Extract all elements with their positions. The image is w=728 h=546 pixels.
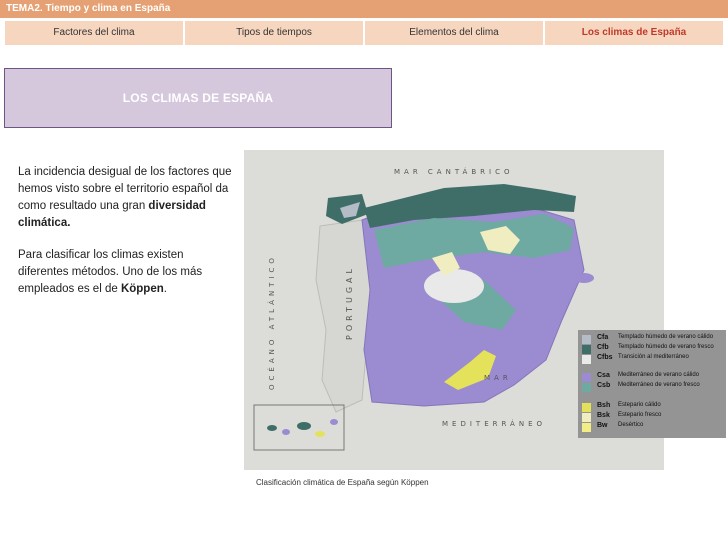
canarias-island-3 [297, 422, 311, 430]
legend-swatch-cfa [582, 335, 591, 344]
legend-desc-bsh: Estepario cálido [618, 402, 661, 408]
paragraph-2: Para clasificar los climas existen difer… [18, 249, 203, 295]
tab-factores-del-clima[interactable]: Factores del clima [4, 20, 184, 46]
legend-code-cfb: Cfb [597, 344, 609, 351]
legend-code-bw: Bw [597, 422, 608, 429]
legend-code-bsh: Bsh [597, 402, 611, 409]
canarias-island-2 [282, 429, 290, 435]
legend-swatch-bsk [582, 413, 591, 422]
legend-code-bsk: Bsk [597, 412, 610, 419]
baleares-islands [574, 273, 594, 283]
intro-text: La incidencia desigual de los factores q… [18, 164, 233, 313]
map-caption: Clasificación climática de España según … [256, 478, 429, 487]
legend-swatch-cfbs [582, 355, 591, 364]
legend-swatch-bsh [582, 403, 591, 412]
legend-code-cfa: Cfa [597, 334, 609, 341]
climate-legend: Cfa Templado húmedo de verano cálido Cfb… [578, 330, 726, 438]
label-mar-mediterraneo-2: MEDITERRÁNEO [442, 419, 546, 428]
legend-swatch-bw [582, 423, 591, 432]
legend-desc-csa: Mediterráneo de verano cálido [618, 372, 700, 378]
legend-code-csa: Csa [597, 372, 610, 379]
tab-tipos-de-tiempos[interactable]: Tipos de tiempos [184, 20, 364, 46]
legend-code-cfbs: Cfbs [597, 354, 613, 361]
canarias-island-1 [267, 425, 277, 431]
paragraph-1: La incidencia desigual de los factores q… [18, 166, 232, 229]
legend-swatch-csa [582, 373, 591, 382]
tab-elementos-del-clima[interactable]: Elementos del clima [364, 20, 544, 46]
label-portugal: PORTUGAL [345, 265, 354, 340]
legend-desc-bw: Desértico [618, 422, 644, 428]
label-mar-cantabrico: MAR CANTÁBRICO [394, 167, 513, 176]
cfbs-region [424, 269, 484, 303]
legend-desc-cfbs: Transición al mediterráneo [618, 354, 689, 360]
legend-desc-cfa: Templado húmedo de verano cálido [618, 334, 714, 340]
legend-desc-bsk: Estepario fresco [618, 412, 662, 418]
label-oceano-atlantico: OCÉANO ATLÁNTICO [267, 254, 276, 390]
course-header: TEMA2. Tiempo y clima en España [0, 0, 728, 18]
legend-swatch-cfb [582, 345, 591, 354]
tab-bar: Factores del clima Tipos de tiempos Elem… [4, 20, 724, 46]
legend-swatch-csb [582, 383, 591, 392]
legend-code-csb: Csb [597, 382, 611, 389]
legend-desc-csb: Mediterráneo de verano fresco [618, 382, 700, 388]
canarias-island-4 [315, 431, 325, 437]
section-title: LOS CLIMAS DE ESPAÑA [4, 68, 392, 128]
canarias-island-5 [330, 419, 338, 425]
tab-los-climas-de-espana[interactable]: Los climas de España [544, 20, 724, 46]
label-mar-mediterraneo-1: MAR [484, 374, 512, 382]
highlight-koppen: Köppen [120, 283, 164, 295]
legend-desc-cfb: Templado húmedo de verano fresco [618, 344, 714, 350]
portugal-region [315, 219, 373, 413]
